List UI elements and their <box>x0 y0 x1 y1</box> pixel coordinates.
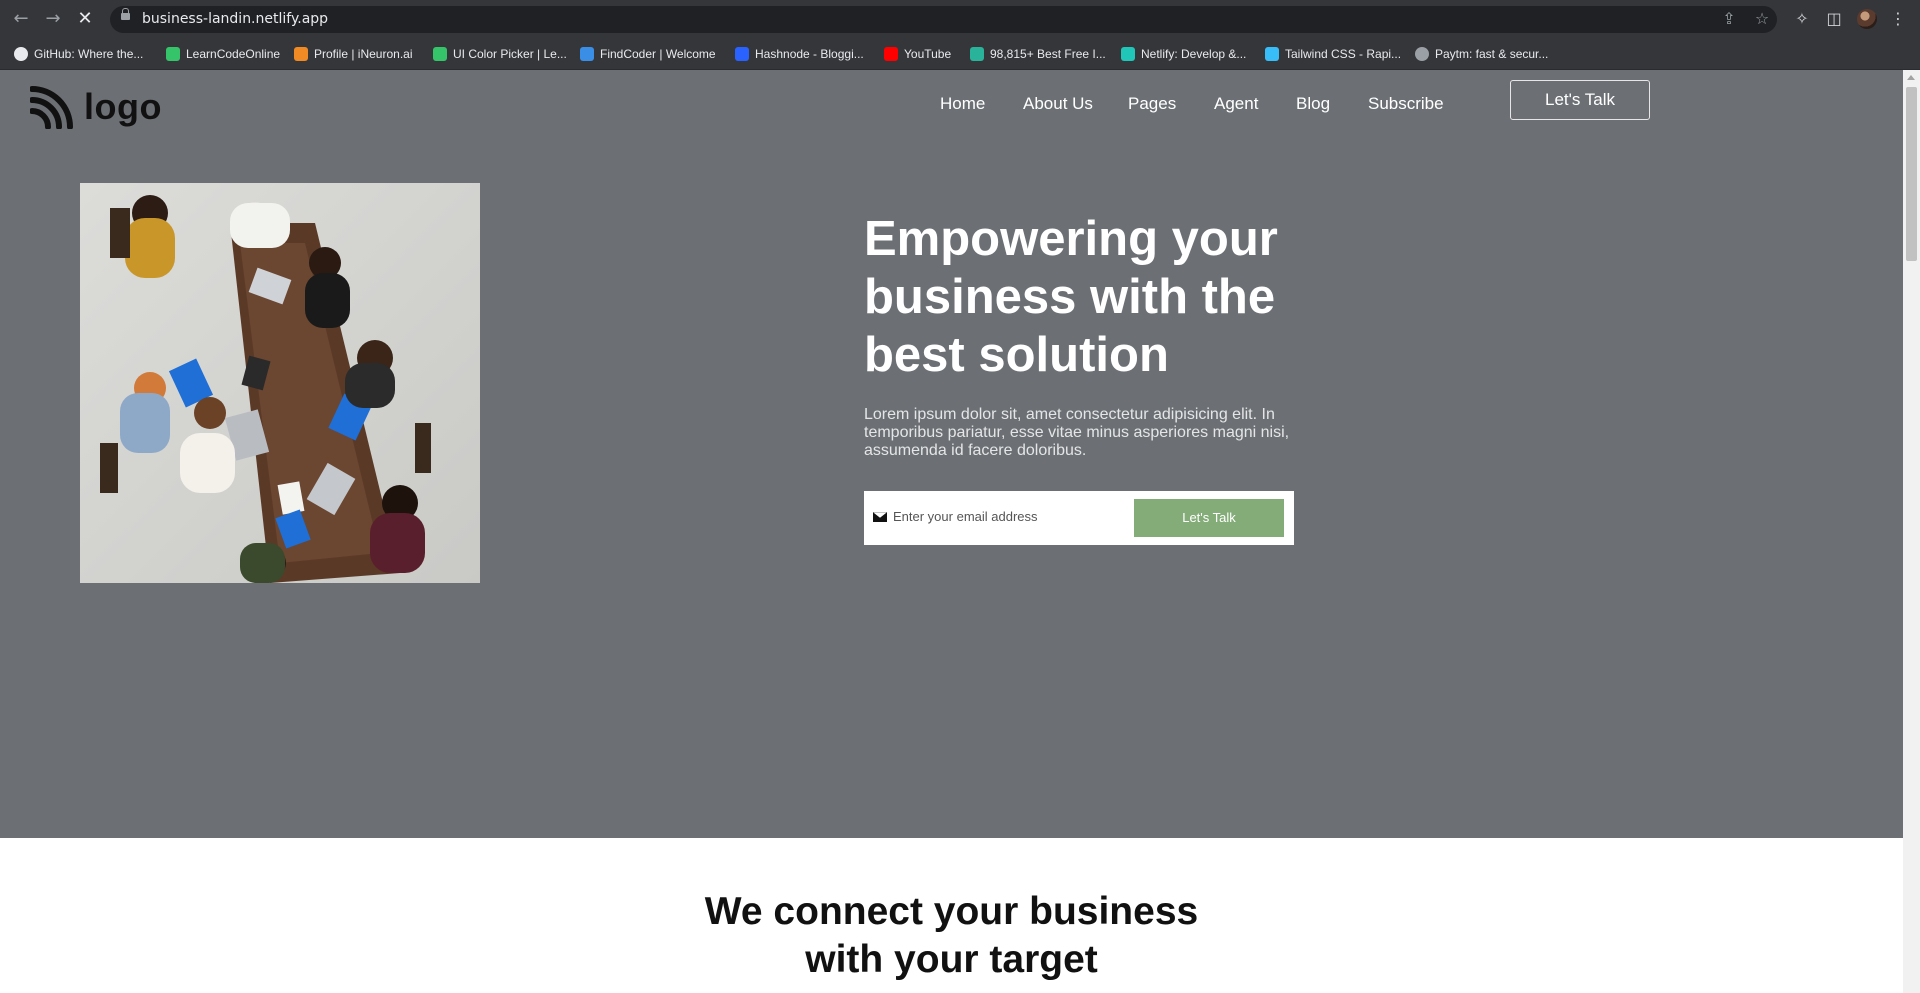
bookmark-label: 98,815+ Best Free I... <box>990 47 1106 61</box>
bookmark-item[interactable]: Tailwind CSS - Rapi... <box>1265 38 1401 70</box>
nav-about-us[interactable]: About Us <box>1023 94 1093 114</box>
bookmark-label: Hashnode - Bloggi... <box>755 47 864 61</box>
lock-icon[interactable] <box>121 8 130 21</box>
scroll-up-arrow-icon[interactable] <box>1907 75 1915 80</box>
mail-icon <box>873 512 887 522</box>
bookmark-item[interactable]: Netlify: Develop &... <box>1121 38 1246 70</box>
bookmark-item[interactable]: FindCoder | Welcome <box>580 38 716 70</box>
connect-title-line2: with your target <box>805 938 1098 981</box>
hero-subtitle: Lorem ipsum dolor sit, amet consectetur … <box>864 406 1290 459</box>
bookmark-label: Netlify: Develop &... <box>1141 47 1247 61</box>
hero-section: logo Home About Us Pages Agent Blog Subs… <box>0 70 1903 838</box>
email-input[interactable] <box>893 504 1123 528</box>
bookmark-label: UI Color Picker | Le... <box>453 47 567 61</box>
hero-title: Empowering your business with the best s… <box>864 212 1278 382</box>
bookmark-label: LearnCodeOnline <box>186 47 281 61</box>
side-panel-icon[interactable]: ◫ <box>1824 9 1844 29</box>
freepik-icon <box>970 47 984 61</box>
lets-talk-header-button[interactable]: Let's Talk <box>1510 80 1650 120</box>
extensions-icon[interactable]: ✧ <box>1792 9 1812 29</box>
bookmark-label: Profile | iNeuron.ai <box>314 47 413 61</box>
connect-section-title: We connect your business with your targe… <box>0 888 1903 984</box>
learncodeonline-icon <box>433 47 447 61</box>
scrollbar-thumb[interactable] <box>1906 87 1917 261</box>
bookmarks-bar: GitHub: Where the... LearnCodeOnline Profi… <box>0 38 1920 70</box>
nav-blog[interactable]: Blog <box>1296 94 1330 114</box>
youtube-icon <box>884 47 898 61</box>
forward-arrow-icon[interactable]: → <box>41 8 65 30</box>
bookmark-item[interactable]: 98,815+ Best Free I... <box>970 38 1106 70</box>
nav-pages[interactable]: Pages <box>1128 94 1176 114</box>
bookmark-item[interactable]: UI Color Picker | Le... <box>433 38 567 70</box>
bookmark-item[interactable]: GitHub: Where the... <box>14 38 143 70</box>
bookmark-item[interactable]: YouTube <box>884 38 951 70</box>
globe-icon <box>1415 47 1429 61</box>
bookmark-item[interactable]: LearnCodeOnline <box>166 38 280 70</box>
stop-loading-icon[interactable]: ✕ <box>73 8 97 30</box>
bookmark-label: Paytm: fast & secur... <box>1435 47 1549 61</box>
hashnode-icon <box>735 47 749 61</box>
connect-section: We connect your business with your targe… <box>0 838 1903 993</box>
ineuron-icon <box>294 47 308 61</box>
bookmark-item[interactable]: Profile | iNeuron.ai <box>294 38 413 70</box>
url-text[interactable]: business-landin.netlify.app <box>142 11 328 27</box>
nav-home[interactable]: Home <box>940 94 985 114</box>
nav-agent[interactable]: Agent <box>1214 94 1258 114</box>
learncodeonline-icon <box>166 47 180 61</box>
lets-talk-submit-button[interactable]: Let's Talk <box>1134 499 1284 537</box>
address-bar[interactable] <box>110 6 1777 33</box>
code-icon <box>580 47 594 61</box>
github-icon <box>14 47 28 61</box>
bookmark-label: Tailwind CSS - Rapi... <box>1285 47 1402 61</box>
connect-title-line1: We connect your business <box>704 890 1199 933</box>
bookmark-item[interactable]: Hashnode - Bloggi... <box>735 38 864 70</box>
logo-text: logo <box>84 86 162 127</box>
email-signup-form: Let's Talk <box>864 491 1294 545</box>
bookmark-label: GitHub: Where the... <box>34 47 144 61</box>
hero-team-photo <box>80 183 480 583</box>
back-arrow-icon[interactable]: ← <box>9 8 33 30</box>
netlify-icon <box>1121 47 1135 61</box>
tailwind-icon <box>1265 47 1279 61</box>
logo-icon <box>30 86 73 129</box>
bookmark-label: FindCoder | Welcome <box>600 47 716 61</box>
kebab-menu-icon[interactable]: ⋮ <box>1888 9 1908 29</box>
share-icon[interactable]: ⇪ <box>1719 9 1739 29</box>
profile-avatar[interactable] <box>1857 9 1877 29</box>
star-icon[interactable]: ☆ <box>1752 9 1772 29</box>
browser-toolbar: ← → ✕ business-landin.netlify.app ⇪ ☆ ✧ … <box>0 0 1920 38</box>
bookmark-item[interactable]: Paytm: fast & secur... <box>1415 38 1548 70</box>
nav-subscribe[interactable]: Subscribe <box>1368 94 1444 114</box>
site-logo[interactable]: logo <box>30 85 162 129</box>
bookmark-label: YouTube <box>904 47 952 61</box>
page-viewport: logo Home About Us Pages Agent Blog Subs… <box>0 70 1903 993</box>
